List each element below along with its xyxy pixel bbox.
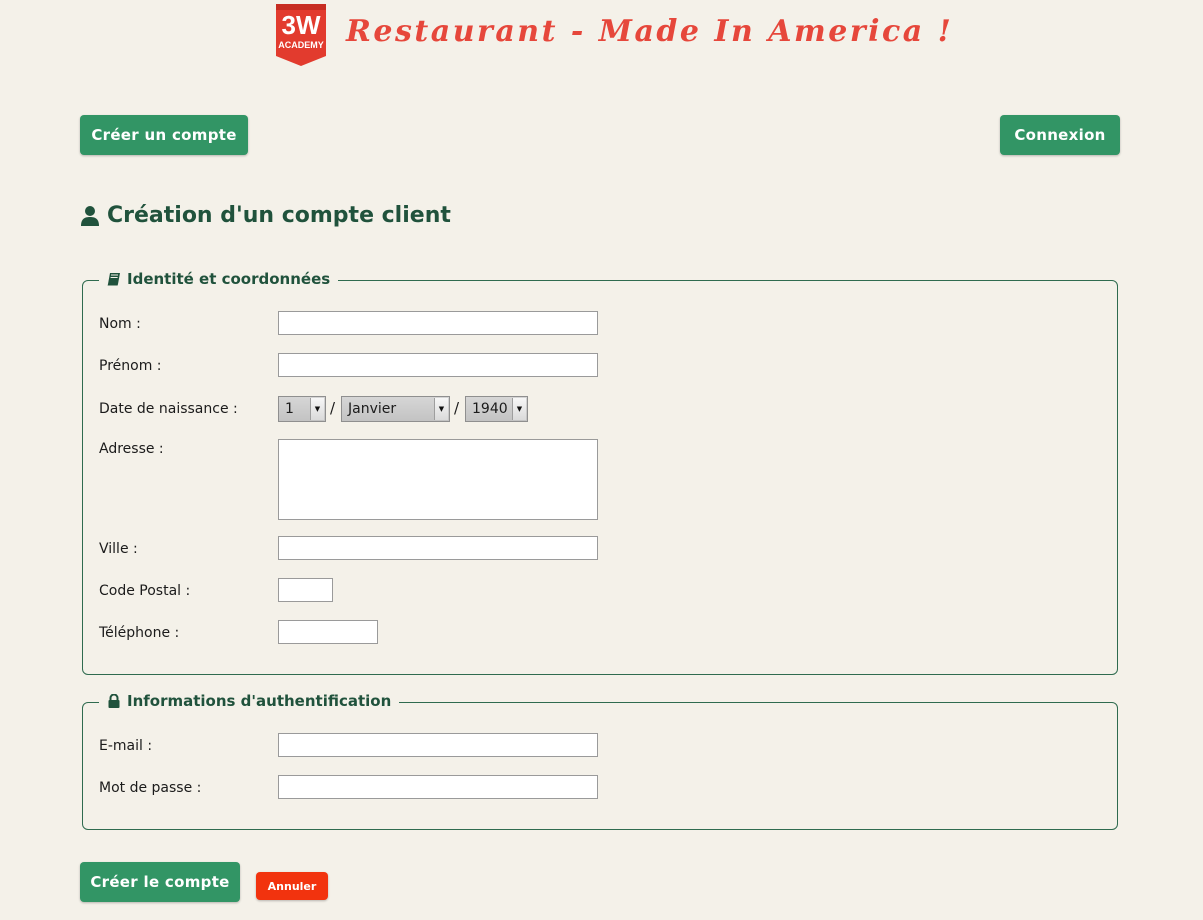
user-icon [81, 205, 99, 226]
auth-legend-text: Informations d'authentification [127, 692, 392, 710]
svg-text:ACADEMY: ACADEMY [278, 40, 324, 50]
birth-year-select[interactable]: 1940 ▼ [465, 396, 528, 422]
chevron-down-icon: ▼ [434, 398, 448, 420]
auth-legend: Informations d'authentification [99, 692, 400, 710]
email-label: E-mail : [99, 738, 153, 754]
city-input[interactable] [278, 536, 598, 560]
svg-text:3W: 3W [282, 10, 321, 40]
first-name-input[interactable] [278, 353, 598, 377]
last-name-label: Nom : [99, 316, 141, 332]
create-account-button[interactable]: Créer un compte [80, 115, 248, 155]
lock-icon [108, 694, 120, 708]
identity-legend: Identité et coordonnées [99, 270, 339, 288]
logo: 3W ACADEMY [276, 4, 326, 66]
identity-fieldset: Identité et coordonnées [82, 270, 1118, 675]
phone-input[interactable] [278, 620, 378, 644]
phone-label: Téléphone : [99, 625, 180, 641]
address-label: Adresse : [99, 441, 164, 457]
page-title: Création d'un compte client [80, 203, 451, 228]
email-input[interactable] [278, 733, 598, 757]
chevron-down-icon: ▼ [512, 398, 526, 420]
page-title-text: Création d'un compte client [107, 203, 451, 228]
identity-legend-text: Identité et coordonnées [127, 270, 331, 288]
first-name-label: Prénom : [99, 358, 162, 374]
birth-month-select[interactable]: Janvier ▼ [341, 396, 450, 422]
password-label: Mot de passe : [99, 780, 202, 796]
login-button[interactable]: Connexion [1000, 115, 1120, 155]
password-input[interactable] [278, 775, 598, 799]
chevron-down-icon: ▼ [310, 398, 324, 420]
city-label: Ville : [99, 541, 138, 557]
birth-day-select[interactable]: 1 ▼ [278, 396, 326, 422]
last-name-input[interactable] [278, 311, 598, 335]
date-separator: / [330, 399, 336, 417]
birth-month-value: Janvier [348, 401, 397, 417]
birth-year-value: 1940 [472, 401, 508, 417]
submit-button[interactable]: Créer le compte [80, 862, 240, 902]
postal-code-label: Code Postal : [99, 583, 191, 599]
cancel-button[interactable]: Annuler [256, 872, 328, 900]
postal-code-input[interactable] [278, 578, 333, 602]
book-icon [107, 273, 120, 286]
birth-day-value: 1 [285, 401, 294, 417]
date-separator: / [454, 399, 460, 417]
site-title: Restaurant - Made In America ! [346, 14, 954, 49]
site-header: 3W ACADEMY Restaurant - Made In America … [274, 4, 974, 68]
auth-fieldset: Informations d'authentification [82, 692, 1118, 830]
birthdate-label: Date de naissance : [99, 401, 238, 417]
address-textarea[interactable] [278, 439, 598, 520]
